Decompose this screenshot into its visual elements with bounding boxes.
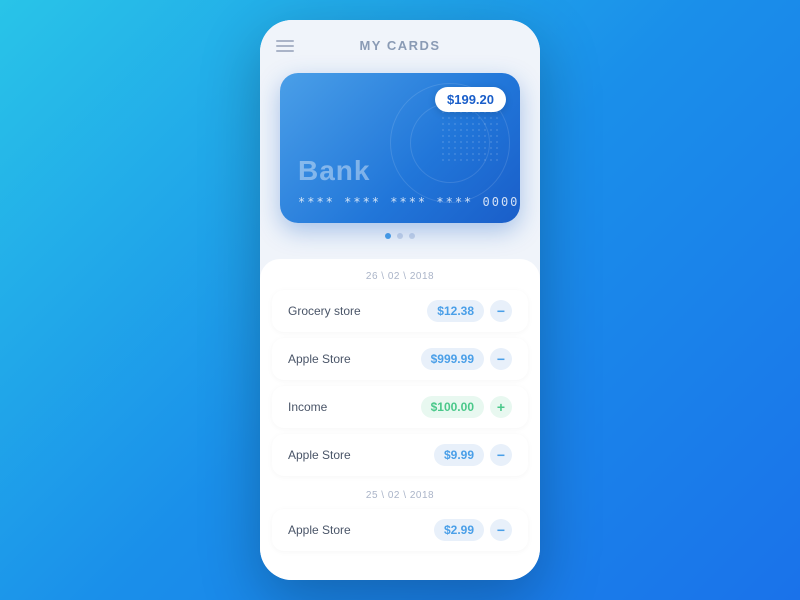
transaction-item-0-3: Apple Store$9.99− [272, 434, 528, 476]
transaction-name-0-3: Apple Store [288, 448, 434, 462]
transaction-right-0-1: $999.99− [421, 348, 512, 370]
transaction-name-0-1: Apple Store [288, 352, 421, 366]
card-balance: $199.20 [435, 87, 506, 112]
action-btn-0-3[interactable]: − [490, 444, 512, 466]
transaction-item-0-1: Apple Store$999.99− [272, 338, 528, 380]
card-area: $199.20 Bank **** **** **** **** 0000 [260, 65, 540, 255]
menu-line-2 [276, 45, 294, 47]
transaction-right-1-0: $2.99− [434, 519, 512, 541]
dot-1[interactable] [385, 233, 391, 239]
card-dots-indicator [280, 233, 520, 239]
transaction-right-0-0: $12.38− [427, 300, 512, 322]
amount-badge-0-0: $12.38 [427, 300, 484, 322]
transaction-item-0-0: Grocery store$12.38− [272, 290, 528, 332]
card-dots-pattern [440, 103, 500, 163]
transaction-name-1-0: Apple Store [288, 523, 434, 537]
action-btn-0-0[interactable]: − [490, 300, 512, 322]
dot-3[interactable] [409, 233, 415, 239]
transaction-item-1-0: Apple Store$2.99− [272, 509, 528, 551]
transaction-item-0-2: Income$100.00 + [272, 386, 528, 428]
dot-2[interactable] [397, 233, 403, 239]
menu-line-3 [276, 50, 294, 52]
transaction-right-0-3: $9.99− [434, 444, 512, 466]
transaction-name-0-0: Grocery store [288, 304, 427, 318]
menu-line-1 [276, 40, 294, 42]
credit-card[interactable]: $199.20 Bank **** **** **** **** 0000 [280, 73, 520, 223]
date-label-1: 25 \ 02 \ 2018 [260, 490, 540, 501]
phone-container: MY CARDS $199.20 Bank **** **** **** ***… [260, 20, 540, 580]
menu-button[interactable] [276, 40, 294, 52]
card-bank-name: Bank [298, 155, 370, 187]
header: MY CARDS [260, 20, 540, 65]
card-number: **** **** **** **** 0000 [298, 195, 519, 209]
action-btn-1-0[interactable]: − [490, 519, 512, 541]
amount-badge-0-1: $999.99 [421, 348, 484, 370]
transactions-area: 26 \ 02 \ 2018Grocery store$12.38−Apple … [260, 259, 540, 580]
amount-badge-1-0: $2.99 [434, 519, 484, 541]
transaction-name-0-2: Income [288, 400, 421, 414]
section-divider [260, 482, 540, 490]
transaction-right-0-2: $100.00 + [421, 396, 512, 418]
amount-badge-0-3: $9.99 [434, 444, 484, 466]
page-title: MY CARDS [359, 38, 440, 53]
action-btn-0-1[interactable]: − [490, 348, 512, 370]
action-btn-0-2[interactable]: + [490, 396, 512, 418]
date-label-0: 26 \ 02 \ 2018 [260, 271, 540, 282]
amount-badge-0-2: $100.00 [421, 396, 484, 418]
